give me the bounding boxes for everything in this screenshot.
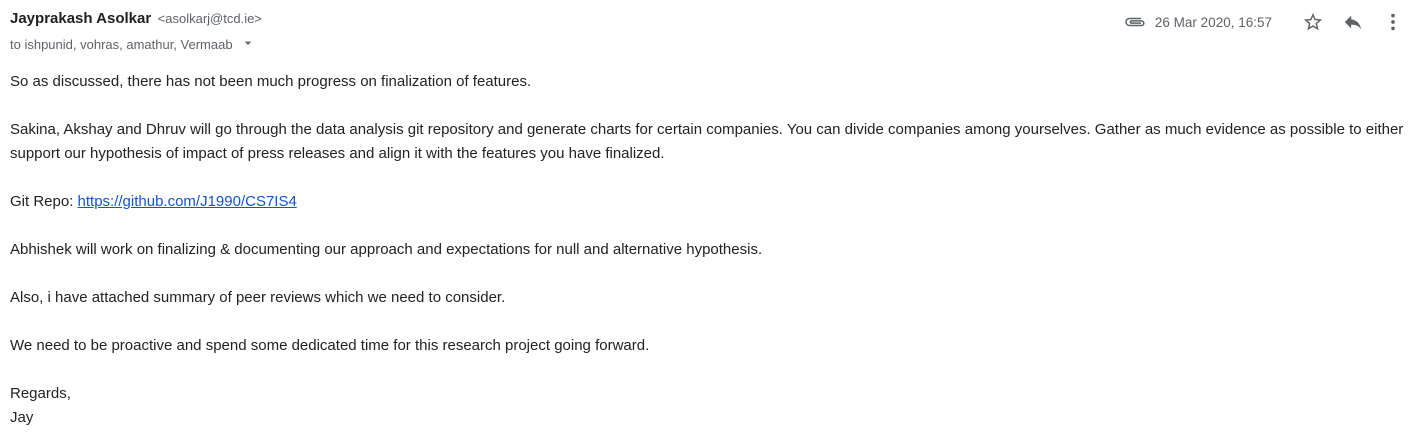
sender-name[interactable]: Jayprakash Asolkar <box>10 10 151 27</box>
email-body: So as discussed, there has not been much… <box>10 70 1405 430</box>
sender-email: <asolkarj@tcd.ie> <box>157 11 262 26</box>
body-paragraph: We need to be proactive and spend some d… <box>10 337 650 354</box>
arrow-drop-down-icon[interactable] <box>240 35 256 54</box>
git-repo-line: Git Repo: https://github.com/J1990/CS7IS… <box>10 190 1405 214</box>
body-paragraph: Abhishek will work on finalizing & docum… <box>10 241 763 258</box>
body-paragraph: So as discussed, there has not been much… <box>10 73 532 90</box>
git-repo-link[interactable]: https://github.com/J1990/CS7IS4 <box>78 193 297 210</box>
body-paragraph: Sakina, Akshay and Dhruv will go through… <box>10 121 1404 162</box>
closing: Regards, <box>10 385 71 402</box>
message-date: 26 Mar 2020, 16:57 <box>1154 14 1272 30</box>
git-repo-label: Git Repo: <box>10 193 78 210</box>
paperclip-icon <box>1123 12 1149 32</box>
message-meta: 26 Mar 2020, 16:57 <box>1123 7 1410 37</box>
sender-header: Jayprakash Asolkar <asolkarj@tcd.ie> <box>10 10 262 28</box>
signature: Jay <box>10 409 34 426</box>
body-paragraph: Also, i have attached summary of peer re… <box>10 289 506 306</box>
star-icon[interactable] <box>1296 7 1330 37</box>
email-message: Jayprakash Asolkar <asolkarj@tcd.ie> to … <box>0 0 1428 438</box>
recipients-line: to ishpunid, vohras, amathur, Vermaab <box>10 37 256 54</box>
more-vert-icon[interactable] <box>1376 7 1410 37</box>
reply-icon[interactable] <box>1336 7 1370 37</box>
signature-block: Regards, Jay <box>10 382 1405 430</box>
recipients-text: to ishpunid, vohras, amathur, Vermaab <box>10 37 233 52</box>
